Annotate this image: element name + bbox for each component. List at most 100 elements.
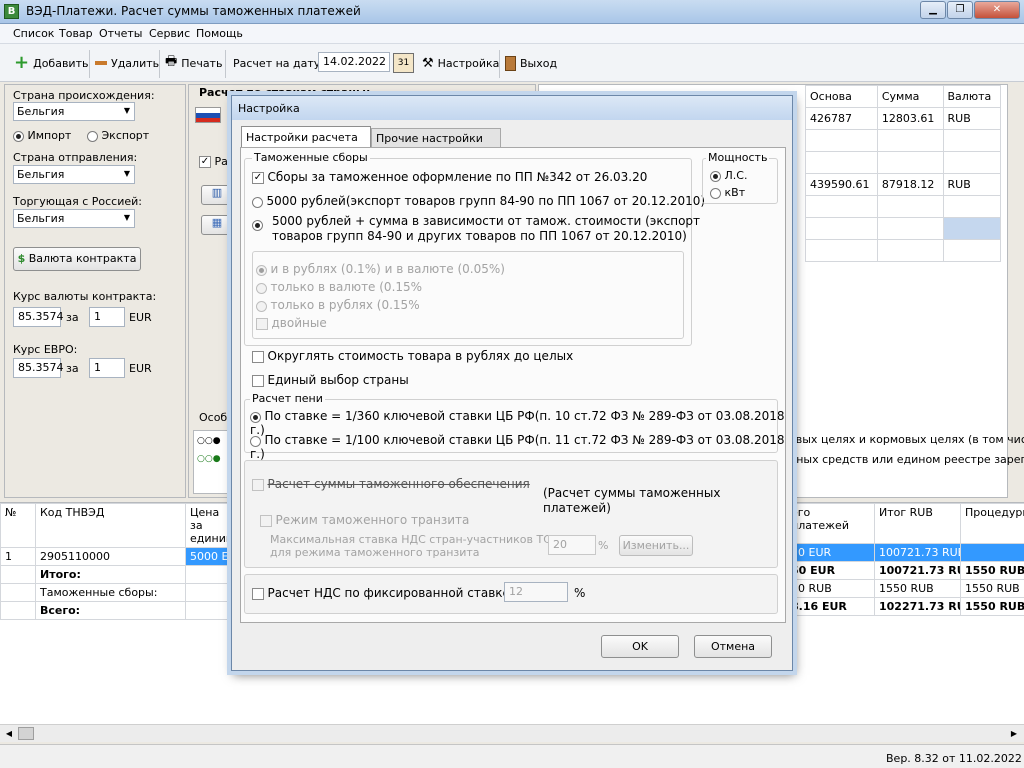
date-label: Расчет на дату [233, 56, 321, 70]
opt-5000-plus-radio[interactable] [252, 214, 263, 231]
tab-other-settings[interactable]: Прочие настройки [371, 128, 501, 148]
radio-icon [252, 196, 263, 208]
cell [185, 565, 237, 584]
euro-label: Курс ЕВРО: [13, 343, 78, 356]
cell [185, 601, 237, 620]
cell [876, 151, 944, 174]
calculator-icon: ▦ [211, 216, 223, 229]
opt-5000-plus-line1: 5000 рублей + сумма в зависимости от там… [272, 214, 701, 228]
sub-opt-3-label: только в рублях (0.15% [270, 298, 420, 312]
rates-checkbox[interactable]: ✓ Ра [199, 155, 228, 168]
opt-5000-label: 5000 рублей(экспорт товаров групп 84-90 … [266, 194, 706, 208]
table-row[interactable] [805, 239, 1001, 262]
rate-qty-input[interactable]: 1 [89, 307, 125, 327]
cancel-button[interactable]: Отмена [694, 635, 772, 658]
date-input[interactable]: 14.02.2022 [318, 52, 390, 72]
special-label: Особ [199, 411, 228, 424]
table-row[interactable]: Итого: [0, 565, 237, 584]
vat-max-input[interactable]: 20 [548, 535, 596, 555]
scroll-thumb[interactable] [18, 727, 34, 740]
origin-select[interactable]: Бельгия [13, 102, 135, 121]
radio-icon [13, 130, 24, 142]
toolbar: + Добавить Удалить 🖶 Печать Расчет на да… [0, 44, 1024, 82]
table-row[interactable]: 50 EUR 100721.73 RUB 1550 RUB [786, 561, 1024, 580]
cell: 100721.73 RUB [874, 543, 961, 562]
table-row[interactable]: Всего: [0, 601, 237, 620]
vat-fixed-checkbox[interactable]: Расчет НДС по фиксированной ставке [252, 586, 510, 600]
table-row[interactable]: Таможенные сборы: [0, 583, 237, 602]
table-row[interactable]: 50 RUB 1550 RUB 1550 RUB [786, 579, 1024, 598]
table-row[interactable] [805, 151, 1001, 174]
fees-342-checkbox[interactable]: ✓ Сборы за таможенное оформление по ПП №… [252, 170, 647, 184]
rate-input[interactable]: 85.3574 [13, 307, 64, 327]
contract-currency-button[interactable]: $ Валюта контракта [13, 247, 141, 271]
separator [499, 50, 500, 78]
table-row[interactable] [805, 129, 1001, 152]
separator [225, 50, 226, 78]
table-row[interactable]: 50 EUR 100721.73 RUB [786, 543, 1024, 562]
table-row[interactable]: 439590.61 87918.12 RUB [805, 173, 1001, 196]
rate-currency: EUR [129, 311, 152, 324]
transit-checkbox[interactable]: Режим таможенного транзита [260, 513, 469, 527]
print-button[interactable]: 🖶 Печать [165, 52, 222, 74]
change-button[interactable]: Изменить... [619, 535, 693, 556]
import-radio[interactable]: Импорт [13, 129, 71, 142]
book-button[interactable]: ▥ [201, 185, 233, 205]
ok-button[interactable]: OK [601, 635, 679, 658]
menu-help[interactable]: Помощь [196, 27, 243, 40]
sub-opt-3-radio[interactable]: только в рублях (0.15% [256, 298, 420, 312]
vat-fixed-input[interactable]: 12 [504, 582, 568, 602]
table-row[interactable] [805, 195, 1001, 218]
power-hp-radio[interactable]: Л.С. [710, 169, 747, 182]
scroll-right-icon[interactable]: ▶ [1007, 727, 1021, 740]
export-radio[interactable]: Экспорт [87, 129, 149, 142]
horizontal-scrollbar[interactable]: ◀ ▶ [0, 724, 1024, 742]
menu-reports[interactable]: Отчеты [99, 27, 142, 40]
minimize-button[interactable]: ▁ [920, 1, 946, 19]
table-row[interactable]: 8.16 EUR 102271.73 RUB 1550 RUB [786, 597, 1024, 616]
security-checkbox[interactable]: Расчет суммы таможенного обеспечения [252, 477, 530, 491]
table-row[interactable]: 426787 12803.61 RUB [805, 107, 1001, 130]
settings-button[interactable]: ⚒ Настройка [422, 52, 499, 74]
exit-button[interactable]: Выход [505, 52, 557, 74]
add-button[interactable]: + Добавить [14, 52, 88, 74]
dollar-icon: $ [17, 252, 26, 265]
checkbox-icon [256, 318, 268, 330]
cell [805, 129, 878, 152]
window-title: ВЭД-Платежи. Расчет суммы таможенных пла… [26, 4, 361, 18]
cell: 1550 RUB [960, 579, 1024, 598]
table-header: № Код ТНВЭД Цена за единицу [0, 503, 240, 548]
scroll-left-icon[interactable]: ◀ [2, 727, 16, 740]
maximize-button[interactable]: ❐ [947, 1, 973, 19]
round-checkbox[interactable]: Округлять стоимость товара в рублях до ц… [252, 349, 573, 363]
power-kw-radio[interactable]: кВт [710, 186, 745, 199]
euro-input[interactable]: 85.3574 [13, 358, 64, 378]
sub-opt-4-label: двойные [271, 316, 327, 330]
penalty-100-radio[interactable]: По ставке = 1/100 ключевой ставки ЦБ РФ(… [250, 433, 792, 461]
menu-list[interactable]: Список [13, 27, 54, 40]
opt-5000-radio[interactable]: 5000 рублей(экспорт товаров групп 84-90 … [252, 194, 705, 208]
version-label: Вер. 8.32 от 11.02.2022 [886, 752, 1022, 765]
table-row[interactable] [805, 217, 1001, 240]
status-dots-icon: ○○● [197, 436, 221, 446]
dispatch-select[interactable]: Бельгия [13, 165, 135, 184]
sub-opt-4-checkbox[interactable]: двойные [256, 316, 327, 330]
menu-service[interactable]: Сервис [149, 27, 190, 40]
calendar-icon[interactable]: 31 [393, 53, 414, 73]
euro-qty-input[interactable]: 1 [89, 358, 125, 378]
single-country-checkbox[interactable]: Единый выбор страны [252, 373, 409, 387]
checkbox-icon [252, 479, 264, 491]
sub-opt-1-radio[interactable]: и в рублях (0.1%) и в валюте (0.05%) [256, 262, 505, 276]
cell [805, 151, 878, 174]
sub-opt-2-radio[interactable]: только в валюте (0.15% [256, 280, 422, 294]
vat-max-label: Максимальная ставка НДС стран-участников… [270, 533, 551, 559]
close-button[interactable]: ✕ [974, 1, 1020, 19]
delete-button[interactable]: Удалить [95, 52, 159, 74]
calculator-button[interactable]: ▦ [201, 215, 233, 235]
menu-goods[interactable]: Товар [59, 27, 93, 40]
tab-calc-settings[interactable]: Настройки расчета [241, 126, 371, 148]
trade-select[interactable]: Бельгия [13, 209, 135, 228]
radio-icon [252, 220, 263, 231]
table-row[interactable]: 1 2905110000 5000 EUR [0, 547, 237, 566]
separator [89, 50, 90, 78]
